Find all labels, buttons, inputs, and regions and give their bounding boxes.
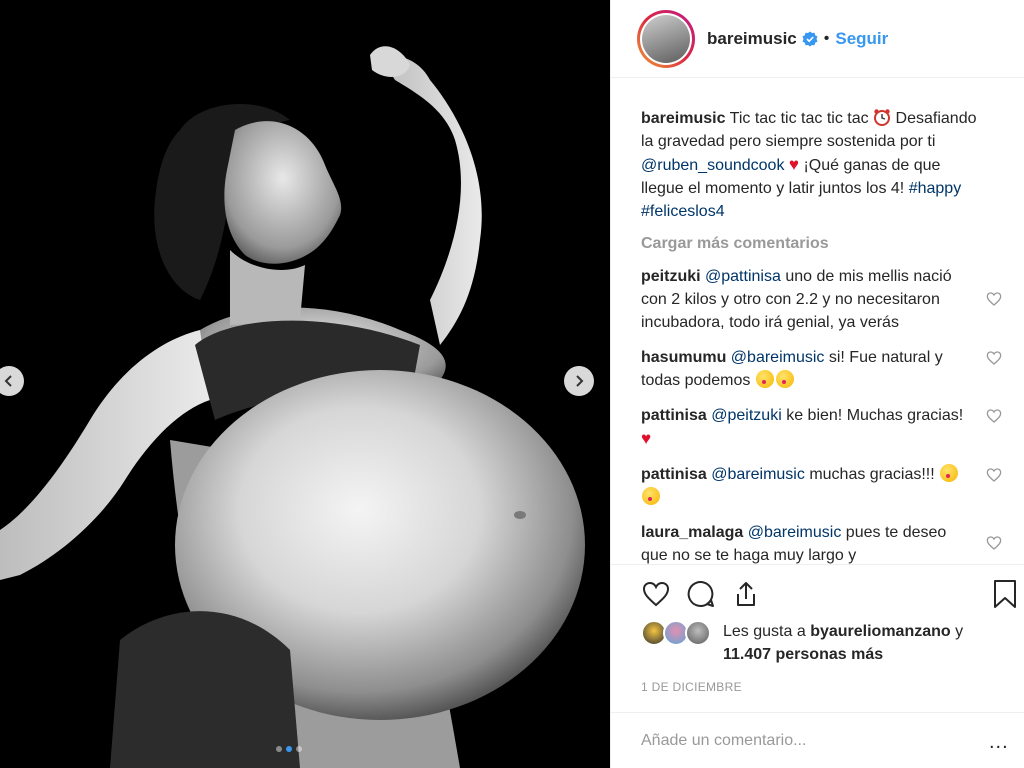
comment-input[interactable] bbox=[641, 731, 961, 750]
chevron-right-icon bbox=[576, 375, 584, 387]
comment-username[interactable]: pattinisa bbox=[641, 466, 707, 483]
comment-mention[interactable]: @peitzuki bbox=[711, 407, 782, 424]
chevron-left-icon bbox=[4, 375, 12, 387]
avatar-image bbox=[642, 14, 690, 63]
post-photo bbox=[0, 0, 610, 768]
likes-prefix: Les gusta a bbox=[723, 623, 806, 640]
next-slide-button[interactable] bbox=[564, 366, 594, 396]
comment-item: peitzuki @pattinisa uno de mis mellis na… bbox=[641, 265, 1002, 334]
comment-item: pattinisa @peitzuki ke bien! Muchas grac… bbox=[641, 404, 1002, 451]
comment-username[interactable]: hasumumu bbox=[641, 349, 726, 366]
add-comment-bar: ... bbox=[611, 712, 1024, 768]
author-username[interactable]: bareimusic bbox=[707, 29, 797, 49]
likes-summary: Les gusta a byaureliomanzano y 11.407 pe… bbox=[641, 620, 1011, 666]
heart-emoji-icon: ♥ bbox=[788, 155, 799, 174]
comment-mention[interactable]: @bareimusic bbox=[731, 349, 825, 366]
post-media[interactable] bbox=[0, 0, 610, 768]
likes-suffix: y bbox=[955, 623, 964, 640]
share-icon[interactable] bbox=[731, 579, 761, 609]
verified-badge-icon bbox=[802, 31, 818, 46]
more-options-button[interactable]: ... bbox=[989, 731, 1009, 754]
comment-item: laura_malaga @bareimusic pues te deseo q… bbox=[641, 521, 1002, 564]
comment-mention[interactable]: @bareimusic bbox=[711, 466, 805, 483]
carousel-indicator bbox=[276, 746, 302, 752]
comment-mention[interactable]: @pattinisa bbox=[705, 268, 781, 285]
bookmark-icon[interactable] bbox=[991, 579, 1019, 609]
kiss-emoji-icon bbox=[940, 464, 959, 482]
liker-avatar[interactable] bbox=[685, 620, 711, 646]
post-date[interactable]: 1 DE DICIEMBRE bbox=[641, 680, 742, 694]
comment-username[interactable]: peitzuki bbox=[641, 268, 701, 285]
heart-emoji-icon: ♥ bbox=[641, 429, 652, 448]
post-header: bareimusic • Seguir bbox=[611, 0, 1024, 78]
comments-list[interactable]: bareimusic Tic tac tic tac tic tac Desaf… bbox=[611, 78, 1024, 564]
caption-hashtag-feliceslos4[interactable]: #feliceslos4 bbox=[641, 203, 725, 220]
caption-mention[interactable]: @ruben_soundcook bbox=[641, 157, 784, 174]
comment-username[interactable]: pattinisa bbox=[641, 407, 707, 424]
kiss-emoji-icon bbox=[642, 487, 660, 505]
post-side-panel: bareimusic • Seguir bareimusic Tic tac t… bbox=[610, 0, 1024, 768]
separator-dot: • bbox=[823, 29, 830, 47]
liker-avatars bbox=[641, 620, 717, 646]
comment-item: pattinisa @bareimusic muchas gracias!!! bbox=[641, 463, 1002, 509]
likes-text: Les gusta a byaureliomanzano y 11.407 pe… bbox=[723, 620, 1011, 666]
comment-icon[interactable] bbox=[686, 579, 716, 609]
comment-text: muchas gracias!!! bbox=[809, 466, 935, 483]
comment-mention[interactable]: @bareimusic bbox=[748, 524, 842, 541]
caption-text: Tic tac tic tac tic tac bbox=[729, 110, 869, 127]
post-caption: bareimusic Tic tac tic tac tic tac Desaf… bbox=[641, 107, 981, 223]
post-actions-bar bbox=[611, 564, 1024, 622]
follow-button[interactable]: Seguir bbox=[835, 29, 888, 49]
comment-item: hasumumu @bareimusic si! Fue natural y t… bbox=[641, 346, 1002, 392]
carousel-dot-active bbox=[286, 746, 292, 752]
avatar[interactable] bbox=[637, 9, 695, 68]
load-more-comments-button[interactable]: Cargar más comentarios bbox=[641, 235, 1024, 253]
comment-text: ke bien! Muchas gracias! bbox=[786, 407, 964, 424]
comment-like-heart-icon[interactable] bbox=[986, 291, 1002, 307]
kiss-emoji-icon bbox=[775, 370, 794, 388]
comment-like-heart-icon[interactable] bbox=[986, 467, 1002, 483]
likes-user[interactable]: byaureliomanzano bbox=[810, 623, 950, 640]
comment-like-heart-icon[interactable] bbox=[986, 535, 1002, 551]
carousel-dot bbox=[276, 746, 282, 752]
kiss-emoji-icon bbox=[755, 370, 774, 388]
comment-like-heart-icon[interactable] bbox=[986, 408, 1002, 424]
likes-count[interactable]: 11.407 personas más bbox=[723, 646, 883, 663]
alarm-clock-icon bbox=[874, 109, 891, 126]
carousel-dot bbox=[296, 746, 302, 752]
caption-hashtag-happy[interactable]: #happy bbox=[909, 180, 962, 197]
comment-username[interactable]: laura_malaga bbox=[641, 524, 743, 541]
heart-icon[interactable] bbox=[641, 579, 671, 609]
caption-username[interactable]: bareimusic bbox=[641, 110, 725, 127]
comment-like-heart-icon[interactable] bbox=[986, 350, 1002, 366]
